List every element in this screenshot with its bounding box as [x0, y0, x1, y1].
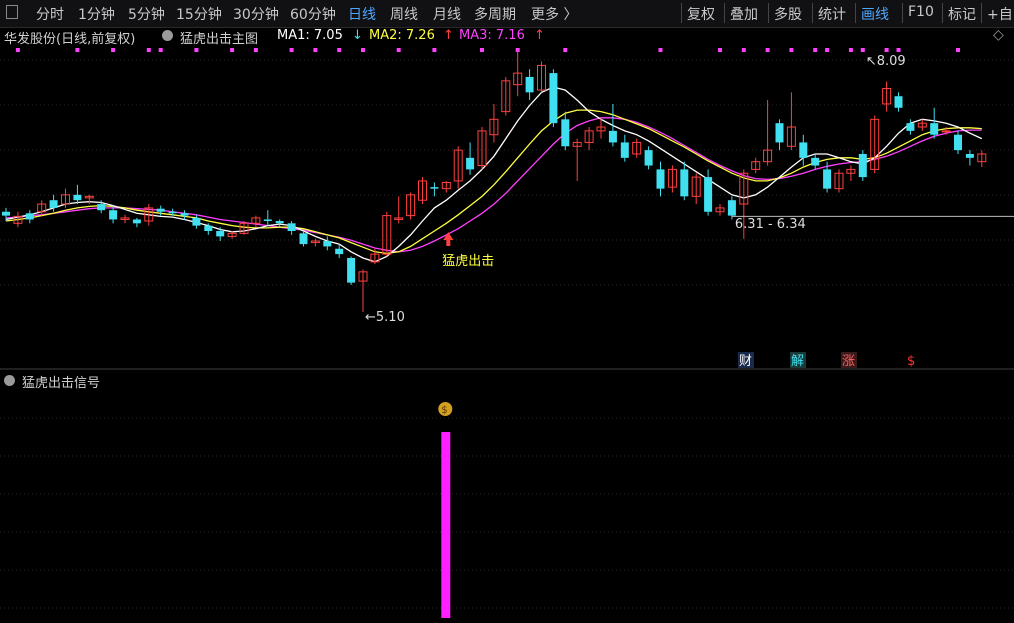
- candle-body-down: [49, 200, 58, 208]
- candle-body-down: [73, 194, 82, 201]
- candle-body-down: [954, 134, 962, 151]
- candle-body-down: [263, 219, 272, 221]
- signal-dot: [480, 48, 484, 52]
- candle-body-down: [644, 150, 653, 166]
- candle-body-down: [823, 169, 832, 189]
- candle-body-down: [192, 217, 201, 226]
- candle-body-down: [156, 208, 165, 212]
- range-label: 6.31 - 6.34: [735, 217, 806, 232]
- candle-body-down: [525, 76, 534, 93]
- candle-body-down: [323, 241, 332, 247]
- candle-body-down: [727, 200, 736, 216]
- signal-dot: [896, 48, 901, 52]
- lower-dropdown-icon[interactable]: [4, 375, 15, 386]
- candle-body-down: [906, 123, 915, 131]
- signal-dot: [432, 48, 437, 52]
- signal-dot: [146, 48, 151, 52]
- signal-dot: [848, 48, 853, 52]
- signal-dot: [194, 48, 199, 52]
- candle-body-up: [941, 130, 951, 133]
- candle-body-down: [2, 211, 10, 216]
- signal-dot: [361, 48, 365, 52]
- candle-body-down: [930, 123, 939, 135]
- candle-body-down: [109, 210, 118, 220]
- candle-body-down: [25, 213, 34, 220]
- candle-body-down: [561, 119, 570, 147]
- signal-dot: [158, 48, 163, 52]
- candle-body-down: [775, 123, 784, 143]
- candle-body-down: [549, 73, 558, 124]
- signal-dot: [956, 48, 960, 52]
- candle-body-down: [894, 96, 903, 108]
- signal-dot: [396, 48, 401, 52]
- candle-body-down: [132, 219, 141, 224]
- candle-body-down: [466, 157, 475, 170]
- signal-dot: [75, 48, 80, 52]
- signal-dot: [337, 48, 342, 52]
- candle-body-down: [680, 169, 689, 197]
- signal-dot: [289, 48, 294, 52]
- signal-dot: [860, 48, 865, 52]
- signal-dot: [765, 48, 770, 52]
- signal-dot: [718, 48, 722, 52]
- high-label: ↖8.09: [866, 54, 906, 69]
- candle-body-down: [811, 157, 820, 166]
- candle-body-down: [335, 248, 344, 255]
- candle-body-down: [204, 225, 213, 232]
- candle-body-down: [347, 257, 356, 283]
- candle-body-down: [704, 177, 713, 212]
- signal-dot: [313, 48, 318, 52]
- signal-dot: [813, 48, 818, 52]
- low-label: ←5.10: [365, 310, 405, 325]
- candle-body-down: [620, 142, 629, 158]
- candle-body-down: [608, 130, 617, 143]
- candle-body-down: [430, 187, 439, 189]
- signal-bar: [441, 432, 451, 618]
- signal-text: 猛虎出击: [442, 254, 494, 269]
- candle-body-down: [858, 153, 867, 178]
- lower-panel-bar: 猛虎出击信号: [0, 371, 1014, 391]
- signal-dot: [884, 48, 889, 52]
- signal-dot: [563, 48, 568, 52]
- signal-dot: [789, 48, 794, 52]
- candle-body-down: [180, 213, 189, 216]
- candle-body-down: [799, 142, 808, 158]
- badge-cai: 财: [739, 354, 752, 369]
- badge-zhang: 涨: [842, 354, 855, 369]
- signal-dot: [825, 48, 830, 52]
- signal-dot: [253, 48, 258, 52]
- signal-dot: [741, 48, 746, 52]
- lower-title: 猛虎出击信号: [22, 376, 101, 391]
- candle-body-down: [97, 204, 106, 211]
- candle-body-down: [299, 233, 308, 245]
- signal-arrow-icon: [443, 232, 454, 246]
- signal-dot: [15, 48, 20, 52]
- candle-body-down: [656, 169, 665, 189]
- badge-jie: 解: [791, 354, 804, 369]
- candle-body-down: [287, 223, 296, 232]
- signal-dot: [658, 48, 663, 52]
- kline-chart: ←5.10 ↖8.09 6.31 - 6.34 猛虎出击财 解 涨 $ $: [0, 48, 1014, 618]
- candle-body-down: [168, 211, 177, 214]
- signal-dot: [230, 48, 235, 52]
- badge-dollar: $: [907, 354, 915, 369]
- money-bag-symbol: $: [441, 405, 447, 416]
- candle-body-down: [965, 153, 974, 158]
- signal-dot: [111, 48, 116, 52]
- candle-body-down: [275, 221, 284, 224]
- candle-body-down: [216, 231, 225, 237]
